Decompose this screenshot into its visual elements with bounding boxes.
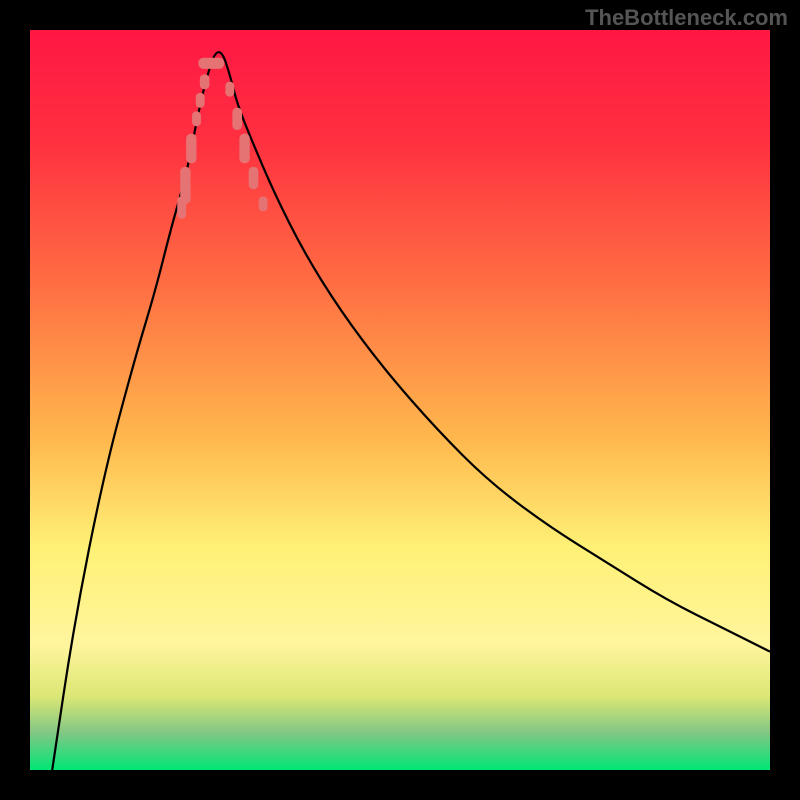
watermark-text: TheBottleneck.com bbox=[585, 5, 788, 31]
data-markers bbox=[30, 30, 770, 770]
chart-container bbox=[30, 30, 770, 770]
